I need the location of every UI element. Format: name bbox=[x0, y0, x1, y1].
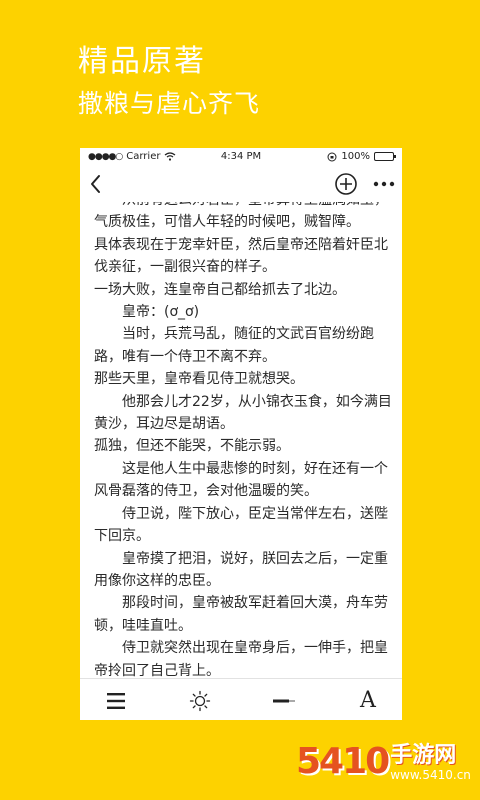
watermark-name: 手游网 bbox=[390, 743, 457, 768]
menu-icon[interactable] bbox=[104, 689, 128, 713]
font-setting-button[interactable]: A bbox=[356, 689, 380, 713]
paragraph: 侍卫说，陛下放心，臣定当常伴左右，送陛下回京。 bbox=[94, 505, 388, 545]
reader-nav-bar bbox=[80, 166, 402, 202]
phone-screen: ●●●●○ Carrier 4:34 PM 100% 气质极佳，可惜人年轻的时候… bbox=[80, 148, 402, 720]
font-size-slider-icon[interactable] bbox=[272, 689, 296, 713]
paragraph: 那段时间，皇帝被敌军赶着回大漠，舟车劳顿，哇哇直吐。 bbox=[94, 595, 388, 634]
paragraph: 孤独，但还不能哭，不能示弱。 bbox=[94, 438, 290, 455]
brightness-icon[interactable] bbox=[188, 689, 212, 713]
paragraph: 他那会儿才22岁，从小锦衣玉食，如今满目黄沙，耳边尽是胡语。 bbox=[94, 393, 392, 433]
promo-title: 精品原著 bbox=[78, 44, 206, 79]
status-bar: ●●●●○ Carrier 4:34 PM 100% bbox=[80, 148, 402, 166]
paragraph: 这是他人生中最悲惨的时刻，好在还有一个风骨磊落的侍卫，会对他温暖的笑。 bbox=[94, 460, 388, 500]
reading-area[interactable]: 从前有这么对君臣，皇帝算得上温润如玉，气质极佳，可惜人年轻的时候吧，贼智障。 具… bbox=[80, 202, 402, 678]
add-circle-icon[interactable] bbox=[334, 172, 358, 196]
chapter-text: 从前有这么对君臣，皇帝算得上温润如玉，气质极佳，可惜人年轻的时候吧，贼智障。 具… bbox=[94, 202, 396, 678]
promo-subtitle: 撒粮与虐心齐飞 bbox=[78, 89, 261, 118]
paragraph: 皇帝摸了把泪，说好，朕回去之后，一定重用像你这样的忠臣。 bbox=[94, 550, 388, 589]
paragraph: 皇帝：(ơ_ơ) bbox=[122, 304, 200, 321]
paragraph: 侍卫就突然出现在皇帝身后，一伸手，把皇帝拎回了自己背上。 bbox=[94, 640, 388, 678]
watermark-logo: 5410 bbox=[296, 741, 390, 782]
paragraph: 当时，兵荒马乱，随征的文武百官纷纷跑路，唯有一个侍卫不离不弃。 bbox=[94, 326, 374, 365]
paragraph: 具体表现在于宠幸奸臣，然后皇帝还陪着奸臣北伐亲征，一副很兴奋的样子。 bbox=[94, 236, 388, 276]
paragraph: 那些天里，皇帝看见侍卫就想哭。 bbox=[94, 371, 304, 388]
battery-icon bbox=[374, 152, 396, 161]
paragraph: 从前有这么对君臣，皇帝算得上温润如玉，气质极佳，可惜人年轻的时候吧，贼智障。 bbox=[94, 202, 388, 231]
watermark-domain: www.5410.cn bbox=[390, 768, 471, 782]
more-dots-icon[interactable] bbox=[372, 174, 396, 194]
battery-percentage: 100% bbox=[341, 151, 370, 162]
reader-toolbar: A bbox=[80, 678, 402, 720]
back-chevron-icon[interactable] bbox=[86, 170, 106, 198]
rotation-lock-icon bbox=[327, 152, 337, 161]
paragraph: 一场大败，连皇帝自己都给抓去了北边。 bbox=[94, 281, 346, 298]
site-watermark: 5410 手游网 www.5410.cn bbox=[296, 741, 471, 783]
